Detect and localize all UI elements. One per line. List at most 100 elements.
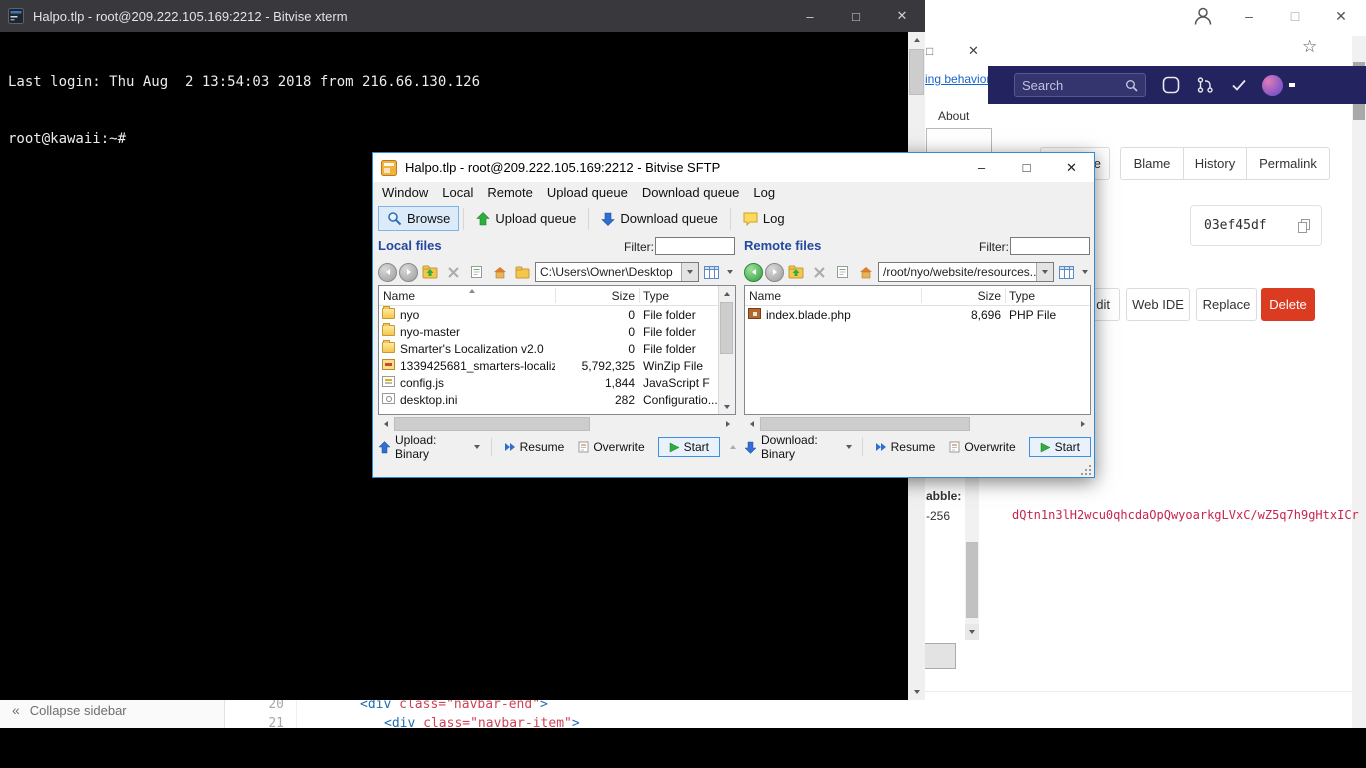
- home-button[interactable]: [489, 262, 510, 283]
- browser-close-button[interactable]: ✕: [1330, 8, 1352, 25]
- local-filter-input[interactable]: [655, 237, 735, 255]
- scrollbar-thumb[interactable]: [760, 417, 970, 431]
- navbar-squircle-icon[interactable]: [1162, 76, 1180, 94]
- copy-icon[interactable]: [1296, 218, 1312, 234]
- column-type[interactable]: Type: [643, 289, 669, 303]
- list-header[interactable]: Name Size Type: [379, 286, 735, 306]
- view-mode-button[interactable]: [1056, 262, 1077, 283]
- file-row[interactable]: desktop.ini 282 Configuratio...: [379, 391, 735, 408]
- column-name[interactable]: Name: [383, 289, 415, 303]
- sftp-close-button[interactable]: ✕: [1049, 153, 1094, 182]
- file-row[interactable]: 1339425681_smarters-localization-... 5,7…: [379, 357, 735, 374]
- terminal-maximize-button[interactable]: □: [833, 0, 879, 32]
- avatar[interactable]: [1262, 74, 1283, 96]
- delete-icon[interactable]: [809, 262, 830, 283]
- download-queue-tab[interactable]: Download queue: [593, 206, 726, 231]
- terminal-close-button[interactable]: ✕: [879, 0, 925, 32]
- terminal-titlebar[interactable]: Halpo.tlp - root@209.222.105.169:2212 - …: [0, 0, 925, 32]
- view-mode-dropdown[interactable]: [1079, 262, 1091, 283]
- menu-item-remote[interactable]: Remote: [480, 182, 540, 203]
- resume-button[interactable]: Resume: [499, 440, 570, 454]
- column-name[interactable]: Name: [749, 289, 781, 303]
- column-size[interactable]: Size: [925, 289, 1001, 303]
- browser-maximize-button[interactable]: □: [1284, 8, 1306, 24]
- scroll-left-button[interactable]: [378, 416, 394, 432]
- scroll-right-button[interactable]: [1075, 416, 1091, 432]
- forward-button[interactable]: [765, 262, 784, 282]
- dialog-maximize-icon[interactable]: □: [926, 44, 933, 58]
- delete-icon[interactable]: [443, 262, 464, 283]
- menu-item-upload-queue[interactable]: Upload queue: [540, 182, 635, 203]
- scroll-right-button[interactable]: [720, 416, 736, 432]
- bookmark-star-icon[interactable]: ☆: [1302, 37, 1317, 57]
- scroll-up-button[interactable]: [908, 32, 925, 48]
- forward-button[interactable]: [399, 262, 418, 282]
- history-button[interactable]: History: [1183, 147, 1247, 180]
- refresh-button[interactable]: [832, 262, 853, 283]
- profile-icon[interactable]: [1192, 5, 1214, 30]
- menu-item-local[interactable]: Local: [435, 182, 480, 203]
- web-ide-button[interactable]: Web IDE: [1126, 288, 1190, 321]
- todo-check-icon[interactable]: [1230, 76, 1248, 94]
- behavior-link[interactable]: sing behavior: [919, 72, 990, 86]
- scrollbar-thumb[interactable]: [720, 302, 733, 354]
- refresh-button[interactable]: [466, 262, 487, 283]
- upload-mode-label[interactable]: Upload: Binary: [395, 433, 467, 461]
- remote-filter-input[interactable]: [1010, 237, 1090, 255]
- combo-dropdown-icon[interactable]: [681, 263, 698, 281]
- column-size[interactable]: Size: [559, 289, 635, 303]
- column-type[interactable]: Type: [1009, 289, 1035, 303]
- permalink-button[interactable]: Permalink: [1246, 147, 1330, 180]
- scroll-down-button[interactable]: [965, 624, 979, 640]
- menu-item-log[interactable]: Log: [746, 182, 782, 203]
- resume-button[interactable]: Resume: [870, 440, 941, 454]
- back-button[interactable]: [744, 262, 763, 282]
- local-hscrollbar[interactable]: [378, 416, 736, 432]
- file-row[interactable]: Smarter's Localization v2.0 0 File folde…: [379, 340, 735, 357]
- dialog-close-icon[interactable]: ✕: [968, 43, 979, 59]
- upload-mode-dropdown[interactable]: [471, 445, 484, 449]
- content-scrollbar[interactable]: [965, 470, 979, 640]
- remote-hscrollbar[interactable]: [744, 416, 1091, 432]
- overwrite-button[interactable]: Overwrite: [573, 440, 649, 454]
- local-path-combo[interactable]: C:\Users\Owner\Desktop: [535, 262, 699, 282]
- browser-minimize-button[interactable]: –: [1238, 8, 1260, 24]
- scrollbar-thumb[interactable]: [909, 49, 924, 95]
- scrollbar-thumb[interactable]: [394, 417, 590, 431]
- download-mode-dropdown[interactable]: [843, 445, 855, 449]
- resize-grip[interactable]: [1081, 465, 1091, 475]
- local-vscrollbar[interactable]: [718, 286, 735, 414]
- remote-path-combo[interactable]: /root/nyo/website/resources...: [878, 262, 1054, 282]
- merge-request-icon[interactable]: [1196, 76, 1214, 94]
- scrollbar-thumb[interactable]: [966, 542, 978, 618]
- up-folder-button[interactable]: [420, 262, 441, 283]
- scroll-up-button[interactable]: [719, 286, 735, 301]
- overwrite-button[interactable]: Overwrite: [944, 440, 1020, 454]
- scroll-down-button[interactable]: [719, 399, 735, 414]
- sftp-titlebar[interactable]: Halpo.tlp - root@209.222.105.169:2212 - …: [373, 153, 1094, 182]
- file-row[interactable]: nyo-master 0 File folder: [379, 323, 735, 340]
- replace-button[interactable]: Replace: [1196, 288, 1257, 321]
- terminal-minimize-button[interactable]: –: [787, 0, 833, 32]
- line-number[interactable]: 21: [250, 716, 284, 731]
- menu-item-window[interactable]: Window: [375, 182, 435, 203]
- view-mode-dropdown[interactable]: [724, 262, 736, 283]
- navbar-search-box[interactable]: Search: [1014, 73, 1146, 97]
- back-button[interactable]: [378, 262, 397, 282]
- upload-queue-tab[interactable]: Upload queue: [468, 206, 584, 231]
- file-row[interactable]: index.blade.php 8,696 PHP File: [745, 306, 1090, 323]
- home-button[interactable]: [855, 262, 876, 283]
- combo-dropdown-icon[interactable]: [1036, 263, 1053, 281]
- file-row[interactable]: nyo 0 File folder: [379, 306, 735, 323]
- sftp-minimize-button[interactable]: –: [959, 153, 1004, 182]
- scroll-down-button[interactable]: [908, 684, 925, 700]
- blame-button[interactable]: Blame: [1120, 147, 1184, 180]
- browser-scrollbar[interactable]: [1352, 36, 1366, 728]
- view-mode-button[interactable]: [701, 262, 722, 283]
- log-tab[interactable]: Log: [735, 206, 793, 231]
- list-header[interactable]: Name Size Type: [745, 286, 1090, 306]
- chevron-down-icon[interactable]: [1289, 83, 1295, 87]
- new-folder-button[interactable]: [512, 262, 533, 283]
- browse-tab[interactable]: Browse: [378, 206, 460, 231]
- start-download-button[interactable]: Start: [1028, 437, 1091, 457]
